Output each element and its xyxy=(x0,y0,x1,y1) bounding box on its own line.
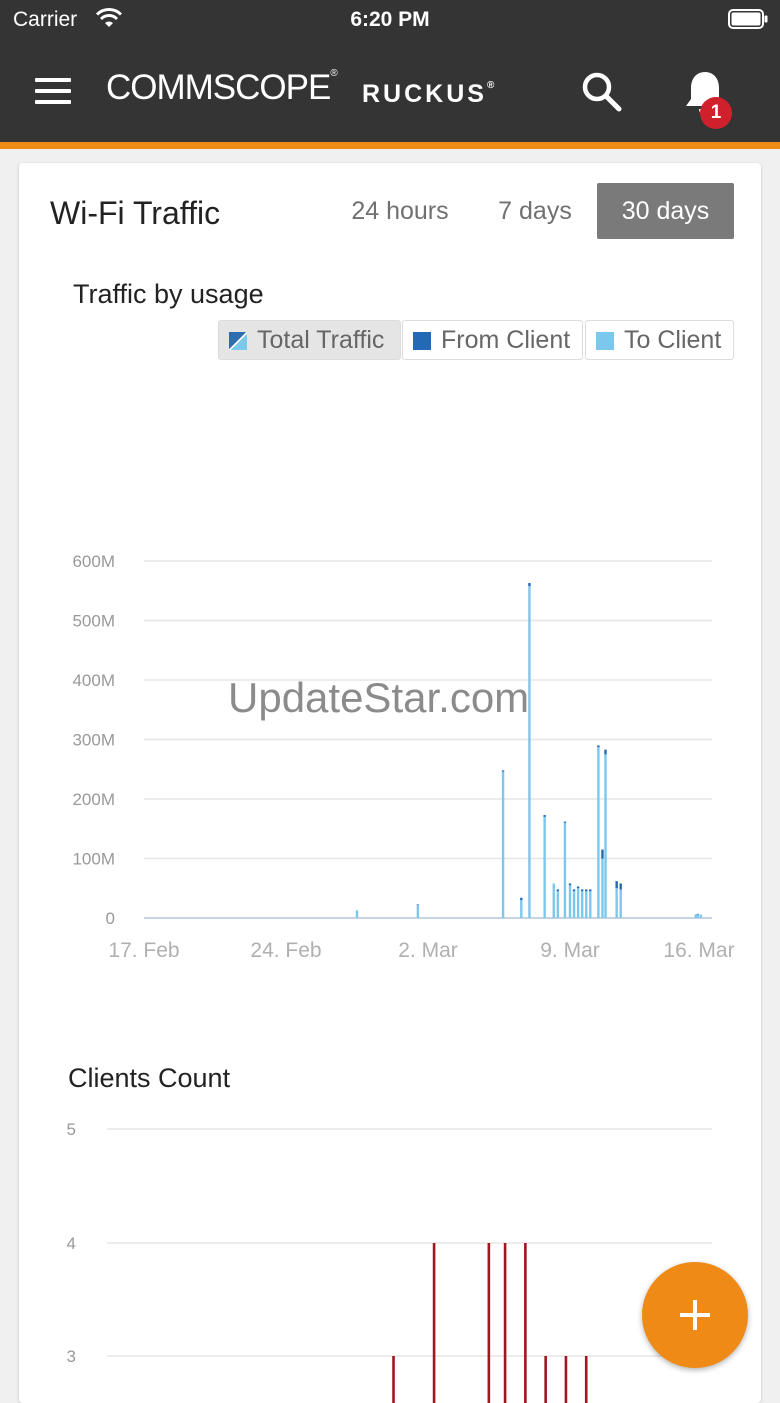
clients-bar xyxy=(392,1356,395,1403)
y-tick-label: 400M xyxy=(72,671,115,690)
from-client-bar xyxy=(564,822,566,823)
legend-swatch xyxy=(413,332,431,350)
from-client-bar xyxy=(520,898,522,900)
clients-bar xyxy=(433,1243,436,1403)
y-tick-label: 4 xyxy=(67,1234,76,1253)
from-client-bar xyxy=(597,745,599,747)
from-client-bar xyxy=(601,850,603,859)
to-client-bar xyxy=(597,747,599,918)
from-client-bar xyxy=(581,889,583,891)
legend-from-client[interactable]: From Client xyxy=(402,320,583,360)
range-30-days[interactable]: 30 days xyxy=(597,183,734,239)
clients-bar xyxy=(488,1243,491,1403)
to-client-bar xyxy=(417,905,419,918)
from-client-bar xyxy=(573,889,575,891)
x-tick-label: 16. Mar xyxy=(663,939,734,962)
clock: 6:20 PM xyxy=(0,8,780,32)
from-client-bar xyxy=(697,914,699,915)
status-bar: Carrier 6:20 PM xyxy=(0,0,780,40)
from-client-bar xyxy=(604,750,606,755)
from-client-bar xyxy=(557,889,559,891)
to-client-bar xyxy=(569,885,571,918)
from-client-bar xyxy=(615,881,617,888)
clients-bar xyxy=(544,1356,547,1403)
to-client-bar xyxy=(589,891,591,918)
notification-badge: 1 xyxy=(700,97,732,129)
battery-icon xyxy=(728,9,768,29)
to-client-bar xyxy=(577,888,579,918)
to-client-bar xyxy=(543,817,545,918)
legend-swatch xyxy=(596,332,614,350)
x-tick-label: 2. Mar xyxy=(398,939,458,962)
to-client-bar xyxy=(502,772,504,918)
y-tick-label: 5 xyxy=(67,1120,76,1139)
to-client-bar xyxy=(620,889,622,918)
from-client-bar xyxy=(577,886,579,888)
clients-bar xyxy=(565,1356,568,1403)
x-tick-label: 17. Feb xyxy=(108,939,179,962)
y-tick-label: 300M xyxy=(72,731,115,750)
search-icon[interactable] xyxy=(578,68,624,114)
legend-swatch xyxy=(229,332,247,350)
y-tick-label: 200M xyxy=(72,790,115,809)
add-button[interactable] xyxy=(642,1262,748,1368)
from-client-bar xyxy=(502,770,504,771)
to-client-bar xyxy=(573,891,575,918)
wifi-traffic-card: Wi-Fi Traffic 24 hours 7 days 30 days Tr… xyxy=(19,163,761,1403)
traffic-chart-title: Traffic by usage xyxy=(73,279,264,310)
from-client-bar xyxy=(528,583,530,586)
ruckus-logo: RUCKUS® xyxy=(362,80,494,109)
to-client-bar xyxy=(356,911,358,918)
clients-bar xyxy=(504,1243,507,1403)
app-header: COMMSCOPE® RUCKUS® 1 xyxy=(0,40,780,149)
from-client-bar xyxy=(620,883,622,889)
to-client-bar xyxy=(528,586,530,918)
from-client-bar xyxy=(417,904,419,905)
from-client-bar xyxy=(543,815,545,817)
clients-chart-title: Clients Count xyxy=(68,1063,230,1094)
range-7-days[interactable]: 7 days xyxy=(485,183,585,239)
clients-chart: 3 4 5 xyxy=(19,1113,761,1403)
x-tick-label: 24. Feb xyxy=(250,939,321,962)
to-client-bar xyxy=(697,914,699,918)
y-tick-label: 0 xyxy=(106,909,115,928)
menu-icon[interactable] xyxy=(35,78,71,104)
from-client-bar xyxy=(569,883,571,885)
watermark: UpdateStar.com xyxy=(228,674,529,722)
y-tick-label: 500M xyxy=(72,612,115,631)
y-tick-label: 600M xyxy=(72,552,115,571)
to-client-bar xyxy=(564,823,566,918)
to-client-bar xyxy=(557,891,559,918)
clients-bar xyxy=(585,1356,588,1403)
x-tick-label: 9. Mar xyxy=(540,939,600,962)
commscope-logo: COMMSCOPE® xyxy=(106,68,338,108)
range-24-hours[interactable]: 24 hours xyxy=(337,183,463,239)
y-tick-label: 3 xyxy=(67,1347,76,1366)
to-client-bar xyxy=(604,754,606,918)
y-tick-label: 100M xyxy=(72,850,115,869)
legend-total-traffic[interactable]: Total Traffic xyxy=(218,320,401,360)
to-client-bar xyxy=(553,883,555,918)
to-client-bar xyxy=(601,859,603,919)
to-client-bar xyxy=(520,900,522,918)
to-client-bar xyxy=(581,891,583,918)
from-client-bar xyxy=(585,889,587,891)
card-title: Wi-Fi Traffic xyxy=(50,195,220,232)
legend-to-client[interactable]: To Client xyxy=(585,320,734,360)
to-client-bar xyxy=(700,915,702,918)
clients-bar xyxy=(524,1243,527,1403)
to-client-bar xyxy=(615,888,617,918)
to-client-bar xyxy=(585,891,587,918)
from-client-bar xyxy=(589,889,591,891)
